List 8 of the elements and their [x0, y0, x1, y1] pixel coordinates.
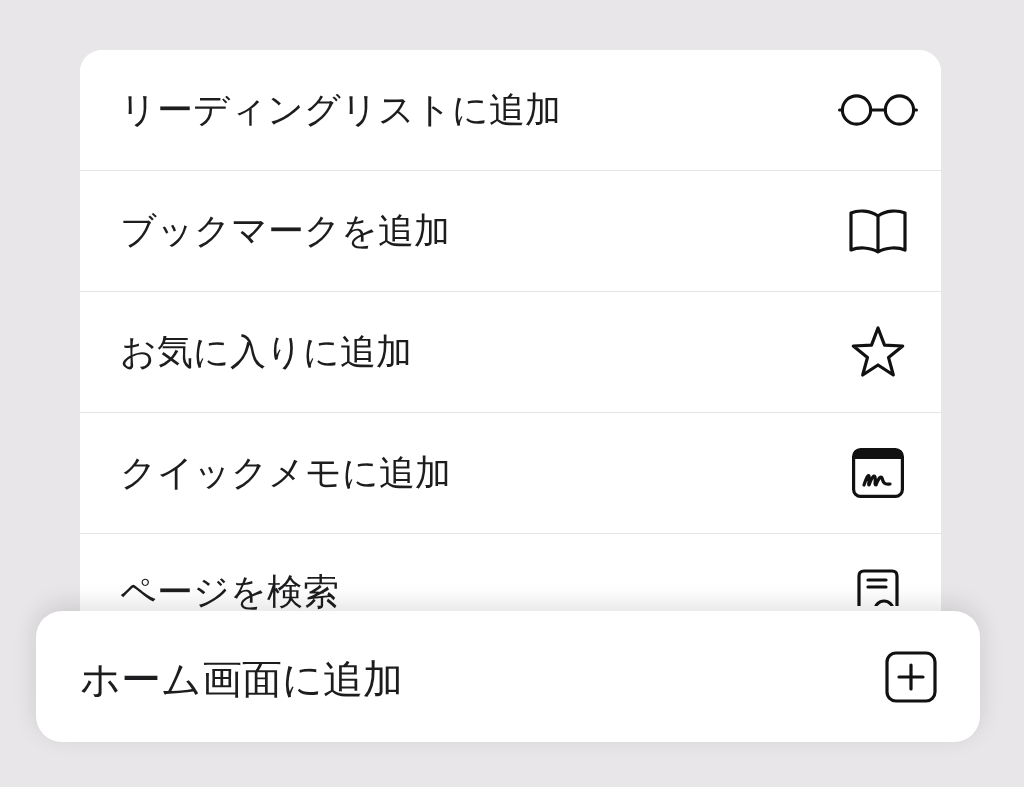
book-icon [848, 208, 908, 254]
memo-icon [852, 448, 904, 498]
plus-square-icon [885, 650, 937, 703]
star-icon [850, 324, 906, 380]
menu-item[interactable]: リーディングリストに追加 [80, 50, 941, 171]
document-search-icon [856, 569, 900, 606]
menu-item[interactable]: ホーム画面に追加 [36, 611, 980, 742]
glasses-icon [838, 92, 918, 128]
